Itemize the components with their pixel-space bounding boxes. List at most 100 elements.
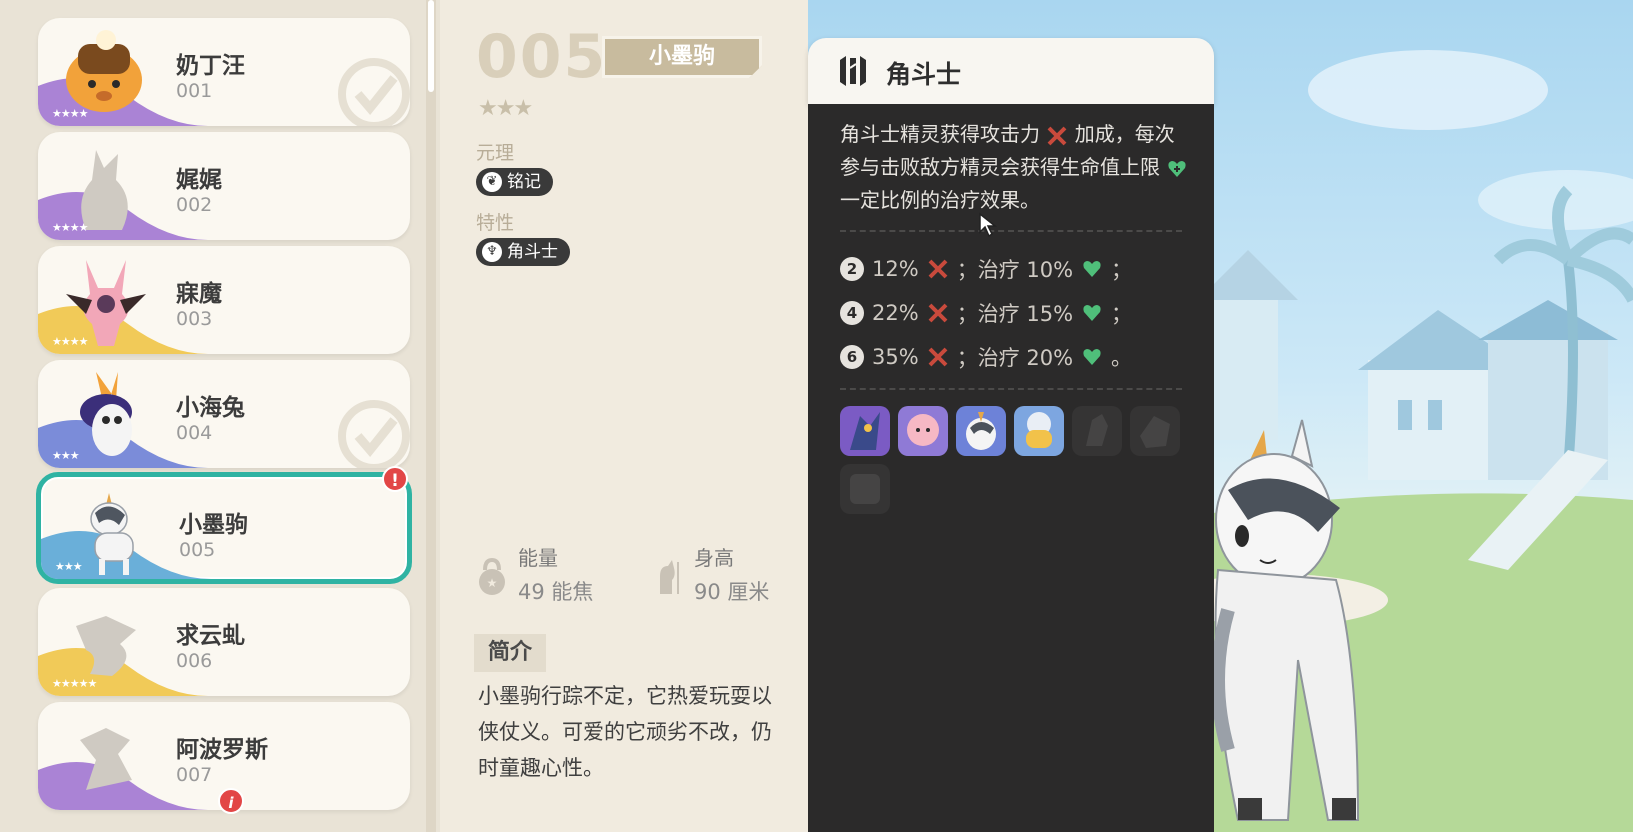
pet-stars: ★★★ [52, 449, 80, 462]
svg-text:★: ★ [487, 576, 498, 590]
tier-count-badge: 4 [840, 301, 864, 325]
pet-name: 小海兔 [176, 395, 245, 421]
pet-silhouette-007 [80, 728, 132, 790]
tooltip-divider [840, 388, 1182, 390]
intro-line: 侠仗义。可爱的它顽劣不改，仍 [478, 720, 772, 744]
related-pet-thumb[interactable] [956, 406, 1006, 456]
tier-row: 2 12% ；治疗 10% ； [840, 254, 1132, 284]
remember-element-icon: ❦ [482, 172, 502, 192]
element-label: 元理 [476, 142, 515, 164]
element-value: 铭记 [507, 172, 541, 192]
pet-card-006[interactable]: 求云虬 006 ★★★★★ [38, 588, 410, 696]
tier-row: 6 35% ；治疗 20% 。 [840, 342, 1132, 372]
locked-pet-silhouette [1086, 414, 1108, 446]
locked-pet-silhouette [850, 474, 880, 504]
collected-check-icon [338, 400, 410, 468]
trait-desc-part: 一定比例的治疗效果。 [840, 188, 1040, 212]
intro-line: 时童趣心性。 [478, 756, 604, 780]
pet-number: 006 [176, 650, 213, 672]
pet-name: 寐魔 [176, 281, 222, 307]
list-scrollbar[interactable] [426, 0, 436, 832]
attack-swords-icon [1047, 126, 1067, 145]
pet-name: 娓娓 [176, 167, 222, 193]
tooltip-divider [840, 230, 1182, 232]
related-pet-thumb[interactable] [840, 406, 890, 456]
pet-card-004[interactable]: 小海兔 004 ★★★ [38, 360, 410, 468]
mouse-cursor-icon [979, 212, 998, 238]
pet-name: 求云虬 [176, 623, 245, 649]
pet-list-panel: 奶丁汪 001 ★★★★ 娓娓 002 ★★★★ 寐魔 003 ★★★★ 小海兔… [0, 0, 440, 832]
attack-swords-icon [928, 303, 948, 323]
pet-number: 001 [176, 80, 213, 102]
tier-end-punct: ； [1111, 258, 1133, 282]
pet-stars: ★★★★ [52, 221, 88, 234]
energy-value: 49 能焦 [518, 580, 594, 604]
trait-label: 特性 [476, 212, 515, 234]
related-pet-icon [850, 412, 880, 450]
pet-number: 005 [179, 539, 216, 561]
heal-heart-icon [1168, 160, 1186, 177]
intro-line: 小墨驹行踪不定，它热爱玩耍以 [478, 684, 772, 708]
related-pet-thumb-locked[interactable] [840, 464, 890, 514]
trait-description: 角斗士精灵获得攻击力 加成，每次参与击败敌方精灵会获得生命值上限 一定比例的治疗… [840, 118, 1190, 217]
attack-swords-icon [928, 259, 948, 279]
pet-stars: ★★★ [55, 560, 83, 573]
tier-attack-value: 35% [872, 345, 919, 369]
related-pet-icon [966, 412, 996, 450]
pet-number: 003 [176, 308, 213, 330]
related-pet-icon [1026, 412, 1052, 448]
heal-heart-icon [1083, 261, 1101, 277]
intro-text: 小墨驹行踪不定，它热爱玩耍以 侠仗义。可爱的它顽劣不改，仍 时童趣心性。 [478, 678, 818, 786]
pet-card-002[interactable]: 娓娓 002 ★★★★ [38, 132, 410, 240]
trait-desc-part: 角斗士精灵获得攻击力 [840, 122, 1040, 146]
pet-stars: ★★★★★ [52, 677, 97, 690]
collected-check-icon [338, 58, 410, 126]
tier-end-punct: ； [1111, 302, 1133, 326]
tier-count-badge: 2 [840, 257, 864, 281]
pet-stars: ★★★★ [52, 107, 88, 120]
pet-card-003[interactable]: 寐魔 003 ★★★★ [38, 246, 410, 354]
height-label: 身高 [694, 546, 734, 570]
energy-kettlebell-icon: ★ [479, 557, 505, 595]
tier-count-badge: 6 [840, 345, 864, 369]
element-pill[interactable]: ❦ 铭记 [476, 168, 553, 196]
related-pet-thumb-locked[interactable] [1130, 406, 1180, 456]
pet-card-005-selected[interactable]: 小墨驹 005 ★★★ [36, 472, 412, 584]
height-value: 90 厘米 [694, 580, 770, 604]
new-alert-badge: ! [382, 466, 408, 492]
pet-number: 007 [176, 764, 213, 786]
tier-row: 4 22% ；治疗 15% ； [840, 298, 1132, 328]
pet-card-001[interactable]: 奶丁汪 001 ★★★★ [38, 18, 410, 126]
gladiator-trait-icon [840, 56, 866, 86]
locked-pet-silhouette [1140, 416, 1170, 448]
heal-heart-icon [1083, 305, 1101, 321]
pet-detail-stars: ★★★ [478, 96, 533, 121]
gladiator-trait-icon: ♆ [482, 242, 502, 262]
height-silhouette-icon [660, 560, 679, 594]
related-pet-thumb[interactable] [1014, 406, 1064, 456]
tier-heal-value: ；治疗 15% [956, 302, 1074, 326]
tier-attack-value: 22% [872, 301, 919, 325]
heal-heart-icon [1083, 349, 1101, 365]
tier-end-punct: 。 [1111, 346, 1133, 370]
trait-value: 角斗士 [507, 242, 558, 262]
tier-heal-value: ；治疗 10% [956, 258, 1074, 282]
list-scrollbar-thumb[interactable] [428, 0, 434, 92]
pet-number: 002 [176, 194, 213, 216]
energy-label: 能量 [518, 546, 558, 570]
related-pet-icon [907, 414, 939, 446]
info-badge: i [218, 788, 244, 814]
trait-tooltip-title: 角斗士 [886, 60, 962, 89]
pet-number: 004 [176, 422, 213, 444]
related-pet-thumb-locked[interactable] [1072, 406, 1122, 456]
trait-tooltip-header: 角斗士 [808, 38, 1214, 104]
pet-name: 奶丁汪 [176, 53, 245, 79]
tier-attack-value: 12% [872, 257, 919, 281]
tier-heal-value: ；治疗 20% [956, 346, 1074, 370]
trait-pill[interactable]: ♆ 角斗士 [476, 238, 570, 266]
pet-name: 阿波罗斯 [176, 737, 268, 763]
attack-swords-icon [928, 347, 948, 367]
pet-name: 小墨驹 [179, 512, 248, 538]
pet-detail-number: 005 [476, 22, 608, 92]
related-pet-thumb[interactable] [898, 406, 948, 456]
